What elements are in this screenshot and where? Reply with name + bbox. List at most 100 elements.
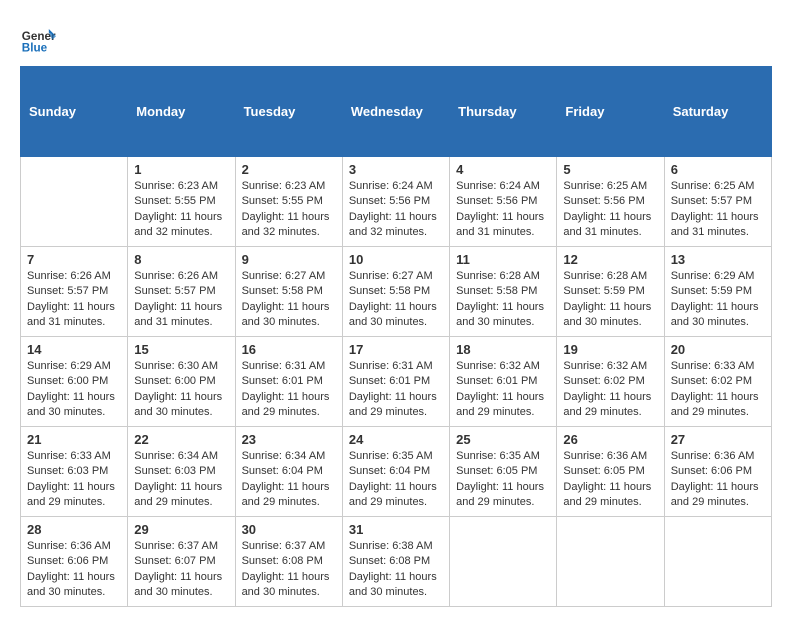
day-number: 28 [27, 522, 121, 537]
calendar-cell: 19Sunrise: 6:32 AMSunset: 6:02 PMDayligh… [557, 337, 664, 427]
calendar-cell: 8Sunrise: 6:26 AMSunset: 5:57 PMDaylight… [128, 247, 235, 337]
day-info: Sunrise: 6:36 AMSunset: 6:06 PMDaylight:… [671, 449, 765, 511]
calendar-cell: 30 Sunrise: 6:37 AMSunset: 6:08 PMDayligh… [235, 517, 342, 607]
day-number: 10 [349, 252, 443, 267]
calendar-cell: 14 Sunrise: 6:29 AMSunset: 6:00 PMDayligh… [21, 337, 128, 427]
calendar-cell: 4 Sunrise: 6:24 AMSunset: 5:56 PMDaylight… [450, 157, 557, 247]
calendar-cell: 2 Sunrise: 6:23 AMSunset: 5:55 PMDaylight… [235, 157, 342, 247]
weekday-header-wednesday: Wednesday [342, 67, 449, 157]
calendar-cell: 24Sunrise: 6:35 AMSunset: 6:04 PMDayligh… [342, 427, 449, 517]
calendar-cell: 22 Sunrise: 6:34 AMSunset: 6:03 PMDayligh… [128, 427, 235, 517]
day-number: 4 [456, 162, 550, 177]
logo: General Blue [20, 20, 60, 56]
day-info: Sunrise: 6:31 AMSunset: 6:01 PMDaylight:… [349, 359, 443, 421]
calendar-body: 1 Sunrise: 6:23 AMSunset: 5:55 PMDaylight… [21, 157, 772, 607]
day-number: 1 [134, 162, 228, 177]
day-info: Sunrise: 6:32 AMSunset: 6:01 PMDaylight:… [456, 359, 550, 421]
calendar-cell [450, 517, 557, 607]
weekday-header-row: SundayMondayTuesdayWednesdayThursdayFrid… [21, 67, 772, 157]
calendar-cell: 11 Sunrise: 6:28 AMSunset: 5:58 PMDayligh… [450, 247, 557, 337]
day-info: Sunrise: 6:38 AMSunset: 6:08 PMDaylight:… [349, 539, 443, 601]
day-info: Sunrise: 6:24 AMSunset: 5:56 PMDaylight:… [456, 179, 550, 241]
day-number: 14 [27, 342, 121, 357]
day-info: Sunrise: 6:36 AMSunset: 6:05 PMDaylight:… [563, 449, 657, 511]
calendar-cell: 21 Sunrise: 6:33 AMSunset: 6:03 PMDayligh… [21, 427, 128, 517]
day-info: Sunrise: 6:37 AMSunset: 6:08 PMDaylight:… [242, 539, 336, 601]
calendar-cell: 29Sunrise: 6:37 AMSunset: 6:07 PMDayligh… [128, 517, 235, 607]
day-number: 21 [27, 432, 121, 447]
calendar-cell [21, 157, 128, 247]
calendar-week-2: 7 Sunrise: 6:26 AMSunset: 5:57 PMDaylight… [21, 247, 772, 337]
day-number: 29 [134, 522, 228, 537]
day-info: Sunrise: 6:36 AMSunset: 6:06 PMDaylight:… [27, 539, 121, 601]
day-info: Sunrise: 6:31 AMSunset: 6:01 PMDaylight:… [242, 359, 336, 421]
day-number: 2 [242, 162, 336, 177]
calendar-cell: 10 Sunrise: 6:27 AMSunset: 5:58 PMDayligh… [342, 247, 449, 337]
weekday-header-tuesday: Tuesday [235, 67, 342, 157]
day-number: 27 [671, 432, 765, 447]
day-number: 30 [242, 522, 336, 537]
calendar-cell [664, 517, 771, 607]
calendar-cell: 20 Sunrise: 6:33 AMSunset: 6:02 PMDayligh… [664, 337, 771, 427]
calendar-cell: 9Sunrise: 6:27 AMSunset: 5:58 PMDaylight… [235, 247, 342, 337]
day-info: Sunrise: 6:23 AMSunset: 5:55 PMDaylight:… [242, 179, 336, 241]
day-info: Sunrise: 6:35 AMSunset: 6:05 PMDaylight:… [456, 449, 550, 511]
day-number: 12 [563, 252, 657, 267]
day-info: Sunrise: 6:27 AMSunset: 5:58 PMDaylight:… [349, 269, 443, 331]
calendar-cell: 7 Sunrise: 6:26 AMSunset: 5:57 PMDaylight… [21, 247, 128, 337]
calendar-cell: 28 Sunrise: 6:36 AMSunset: 6:06 PMDayligh… [21, 517, 128, 607]
header: General Blue [20, 20, 772, 56]
day-number: 25 [456, 432, 550, 447]
day-info: Sunrise: 6:33 AMSunset: 6:02 PMDaylight:… [671, 359, 765, 421]
day-info: Sunrise: 6:30 AMSunset: 6:00 PMDaylight:… [134, 359, 228, 421]
weekday-header-friday: Friday [557, 67, 664, 157]
day-info: Sunrise: 6:28 AMSunset: 5:58 PMDaylight:… [456, 269, 550, 331]
day-info: Sunrise: 6:24 AMSunset: 5:56 PMDaylight:… [349, 179, 443, 241]
day-number: 3 [349, 162, 443, 177]
calendar-cell: 23Sunrise: 6:34 AMSunset: 6:04 PMDayligh… [235, 427, 342, 517]
day-info: Sunrise: 6:35 AMSunset: 6:04 PMDaylight:… [349, 449, 443, 511]
calendar-cell: 6 Sunrise: 6:25 AMSunset: 5:57 PMDaylight… [664, 157, 771, 247]
day-number: 11 [456, 252, 550, 267]
day-number: 13 [671, 252, 765, 267]
weekday-header-monday: Monday [128, 67, 235, 157]
calendar-cell: 5Sunrise: 6:25 AMSunset: 5:56 PMDaylight… [557, 157, 664, 247]
calendar-cell: 27 Sunrise: 6:36 AMSunset: 6:06 PMDayligh… [664, 427, 771, 517]
day-number: 19 [563, 342, 657, 357]
calendar-cell: 1 Sunrise: 6:23 AMSunset: 5:55 PMDaylight… [128, 157, 235, 247]
day-number: 16 [242, 342, 336, 357]
day-number: 17 [349, 342, 443, 357]
calendar: SundayMondayTuesdayWednesdayThursdayFrid… [20, 66, 772, 607]
calendar-week-3: 14 Sunrise: 6:29 AMSunset: 6:00 PMDayligh… [21, 337, 772, 427]
day-number: 15 [134, 342, 228, 357]
calendar-cell: 31 Sunrise: 6:38 AMSunset: 6:08 PMDayligh… [342, 517, 449, 607]
day-info: Sunrise: 6:28 AMSunset: 5:59 PMDaylight:… [563, 269, 657, 331]
calendar-cell: 15 Sunrise: 6:30 AMSunset: 6:00 PMDayligh… [128, 337, 235, 427]
calendar-cell: 17 Sunrise: 6:31 AMSunset: 6:01 PMDayligh… [342, 337, 449, 427]
day-number: 5 [563, 162, 657, 177]
day-info: Sunrise: 6:27 AMSunset: 5:58 PMDaylight:… [242, 269, 336, 331]
calendar-week-5: 28 Sunrise: 6:36 AMSunset: 6:06 PMDayligh… [21, 517, 772, 607]
day-info: Sunrise: 6:26 AMSunset: 5:57 PMDaylight:… [134, 269, 228, 331]
logo-icon: General Blue [20, 20, 56, 56]
calendar-cell [557, 517, 664, 607]
weekday-header-saturday: Saturday [664, 67, 771, 157]
day-number: 6 [671, 162, 765, 177]
day-info: Sunrise: 6:34 AMSunset: 6:03 PMDaylight:… [134, 449, 228, 511]
calendar-cell: 26Sunrise: 6:36 AMSunset: 6:05 PMDayligh… [557, 427, 664, 517]
day-number: 22 [134, 432, 228, 447]
calendar-cell: 16 Sunrise: 6:31 AMSunset: 6:01 PMDayligh… [235, 337, 342, 427]
day-info: Sunrise: 6:23 AMSunset: 5:55 PMDaylight:… [134, 179, 228, 241]
weekday-header-thursday: Thursday [450, 67, 557, 157]
day-info: Sunrise: 6:25 AMSunset: 5:57 PMDaylight:… [671, 179, 765, 241]
weekday-header-sunday: Sunday [21, 67, 128, 157]
day-info: Sunrise: 6:33 AMSunset: 6:03 PMDaylight:… [27, 449, 121, 511]
day-info: Sunrise: 6:29 AMSunset: 6:00 PMDaylight:… [27, 359, 121, 421]
day-number: 7 [27, 252, 121, 267]
calendar-week-4: 21 Sunrise: 6:33 AMSunset: 6:03 PMDayligh… [21, 427, 772, 517]
day-number: 18 [456, 342, 550, 357]
day-number: 20 [671, 342, 765, 357]
day-info: Sunrise: 6:26 AMSunset: 5:57 PMDaylight:… [27, 269, 121, 331]
calendar-week-1: 1 Sunrise: 6:23 AMSunset: 5:55 PMDaylight… [21, 157, 772, 247]
day-number: 31 [349, 522, 443, 537]
